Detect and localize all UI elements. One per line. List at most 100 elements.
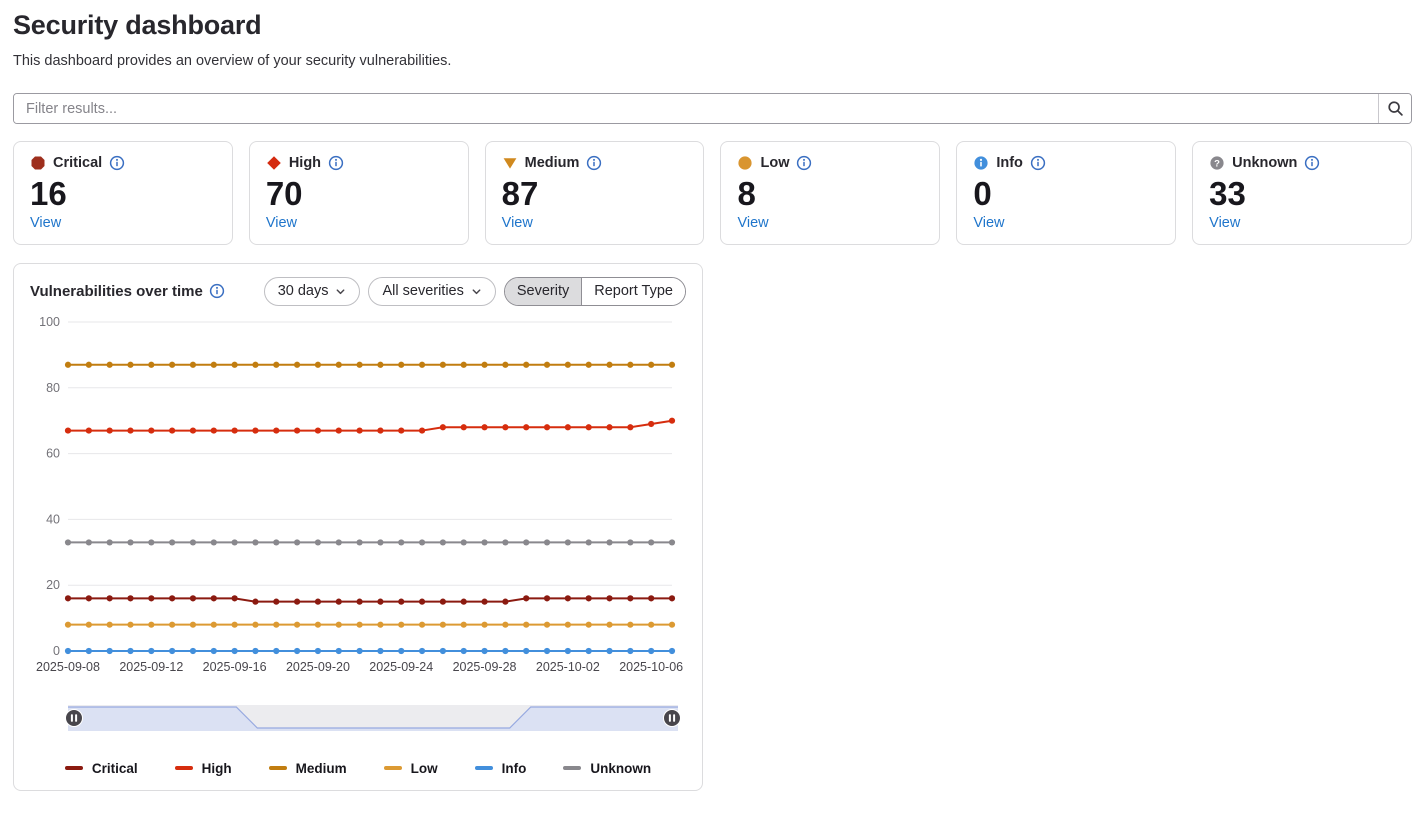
chart-point-medium[interactable]	[127, 362, 133, 368]
chart-point-unknown[interactable]	[586, 539, 592, 545]
chart-point-high[interactable]	[627, 424, 633, 430]
severity-filter-dropdown[interactable]: All severities	[368, 277, 495, 306]
chart-point-low[interactable]	[336, 622, 342, 628]
chart-point-unknown[interactable]	[86, 539, 92, 545]
chart-point-unknown[interactable]	[419, 539, 425, 545]
chart-point-medium[interactable]	[419, 362, 425, 368]
chart-point-high[interactable]	[356, 427, 362, 433]
chart-point-info[interactable]	[294, 648, 300, 654]
chart-point-low[interactable]	[669, 622, 675, 628]
slider-handle-left[interactable]	[66, 709, 83, 726]
chart-point-low[interactable]	[65, 622, 71, 628]
chart-point-low[interactable]	[648, 622, 654, 628]
chart-point-high[interactable]	[273, 427, 279, 433]
chart-point-medium[interactable]	[544, 362, 550, 368]
chart-point-high[interactable]	[419, 427, 425, 433]
chart-point-info[interactable]	[356, 648, 362, 654]
chart-point-unknown[interactable]	[502, 539, 508, 545]
chart-point-critical[interactable]	[127, 595, 133, 601]
chart-point-medium[interactable]	[169, 362, 175, 368]
chart-point-high[interactable]	[315, 427, 321, 433]
chart-point-info[interactable]	[127, 648, 133, 654]
chart-point-low[interactable]	[294, 622, 300, 628]
chart-point-unknown[interactable]	[356, 539, 362, 545]
chart-point-info[interactable]	[606, 648, 612, 654]
chart-point-medium[interactable]	[211, 362, 217, 368]
chart-point-critical[interactable]	[190, 595, 196, 601]
chart-point-unknown[interactable]	[440, 539, 446, 545]
chart-point-critical[interactable]	[398, 598, 404, 604]
chart-point-medium[interactable]	[356, 362, 362, 368]
chart-point-low[interactable]	[127, 622, 133, 628]
chart-point-critical[interactable]	[169, 595, 175, 601]
view-link[interactable]: View	[973, 215, 1004, 231]
chart-point-high[interactable]	[586, 424, 592, 430]
chart-point-info[interactable]	[440, 648, 446, 654]
chart-point-critical[interactable]	[65, 595, 71, 601]
chart-point-low[interactable]	[440, 622, 446, 628]
chart-point-medium[interactable]	[336, 362, 342, 368]
chart-point-low[interactable]	[398, 622, 404, 628]
chart-point-medium[interactable]	[294, 362, 300, 368]
chart-point-medium[interactable]	[481, 362, 487, 368]
chart-point-low[interactable]	[190, 622, 196, 628]
toggle-severity[interactable]: Severity	[505, 278, 582, 305]
chart-point-high[interactable]	[481, 424, 487, 430]
chart-point-critical[interactable]	[377, 598, 383, 604]
slider-handle-right[interactable]	[664, 709, 681, 726]
chart-point-unknown[interactable]	[273, 539, 279, 545]
chart-point-unknown[interactable]	[481, 539, 487, 545]
chart-point-info[interactable]	[86, 648, 92, 654]
chart-point-low[interactable]	[211, 622, 217, 628]
chart-point-low[interactable]	[419, 622, 425, 628]
chart-point-low[interactable]	[148, 622, 154, 628]
chart-point-info[interactable]	[419, 648, 425, 654]
chart-point-unknown[interactable]	[377, 539, 383, 545]
chart-point-medium[interactable]	[627, 362, 633, 368]
chart-point-low[interactable]	[86, 622, 92, 628]
view-link[interactable]: View	[737, 215, 768, 231]
chart-point-high[interactable]	[377, 427, 383, 433]
chart-point-unknown[interactable]	[627, 539, 633, 545]
chart-point-medium[interactable]	[232, 362, 238, 368]
chart-point-medium[interactable]	[86, 362, 92, 368]
chart-point-critical[interactable]	[356, 598, 362, 604]
chart-point-medium[interactable]	[648, 362, 654, 368]
chart-point-info[interactable]	[107, 648, 113, 654]
chart-point-unknown[interactable]	[211, 539, 217, 545]
info-icon[interactable]	[796, 155, 812, 171]
vulnerabilities-line-chart[interactable]: 0204060801002025-09-082025-09-122025-09-…	[30, 313, 688, 675]
legend-item-low[interactable]: Low	[384, 761, 438, 776]
chart-point-medium[interactable]	[315, 362, 321, 368]
chart-point-info[interactable]	[669, 648, 675, 654]
filter-input[interactable]	[14, 94, 1378, 123]
chart-point-high[interactable]	[211, 427, 217, 433]
chart-point-critical[interactable]	[586, 595, 592, 601]
chart-point-medium[interactable]	[65, 362, 71, 368]
chart-point-critical[interactable]	[669, 595, 675, 601]
chart-point-low[interactable]	[377, 622, 383, 628]
chart-point-unknown[interactable]	[65, 539, 71, 545]
chart-point-info[interactable]	[252, 648, 258, 654]
chart-point-low[interactable]	[481, 622, 487, 628]
chart-point-low[interactable]	[107, 622, 113, 628]
chart-point-unknown[interactable]	[523, 539, 529, 545]
chart-point-critical[interactable]	[107, 595, 113, 601]
chart-point-critical[interactable]	[648, 595, 654, 601]
chart-point-high[interactable]	[523, 424, 529, 430]
chart-point-unknown[interactable]	[127, 539, 133, 545]
chart-point-critical[interactable]	[565, 595, 571, 601]
chart-point-unknown[interactable]	[669, 539, 675, 545]
chart-point-unknown[interactable]	[294, 539, 300, 545]
legend-item-high[interactable]: High	[175, 761, 232, 776]
chart-point-info[interactable]	[148, 648, 154, 654]
chart-point-unknown[interactable]	[169, 539, 175, 545]
chart-point-info[interactable]	[565, 648, 571, 654]
chart-point-info[interactable]	[544, 648, 550, 654]
chart-point-critical[interactable]	[544, 595, 550, 601]
chart-point-medium[interactable]	[586, 362, 592, 368]
chart-point-low[interactable]	[461, 622, 467, 628]
chart-point-critical[interactable]	[481, 598, 487, 604]
chart-point-unknown[interactable]	[336, 539, 342, 545]
chart-point-high[interactable]	[169, 427, 175, 433]
